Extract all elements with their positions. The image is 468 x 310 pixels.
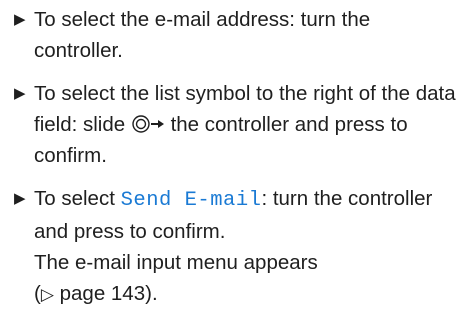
step-select-email-address: ▶ To select the e-mail address: turn the… [14, 4, 464, 66]
step-text-before: To select [34, 187, 115, 210]
bullet-arrow-icon: ▶ [14, 11, 26, 28]
instruction-steps: ▶ To select the e-mail address: turn the… [14, 4, 464, 310]
controller-slide-right-icon [131, 114, 165, 134]
result-text: The e-mail input menu appears [34, 251, 318, 274]
step-select-list-symbol: ▶ To select the list symbol to the right… [14, 78, 464, 171]
bullet-arrow-icon: ▶ [14, 85, 26, 102]
step-select-send-email: ▶ To select Send E-mail: turn the contro… [14, 183, 464, 310]
step-text: To select the e-mail address: turn the c… [34, 8, 371, 62]
bullet-arrow-icon: ▶ [14, 190, 26, 207]
display-menu-item-send-email: Send E-mail [120, 189, 262, 212]
reference-triangle-icon: ▷ [40, 285, 54, 304]
page-reference: (▷ page 143). [34, 282, 158, 305]
